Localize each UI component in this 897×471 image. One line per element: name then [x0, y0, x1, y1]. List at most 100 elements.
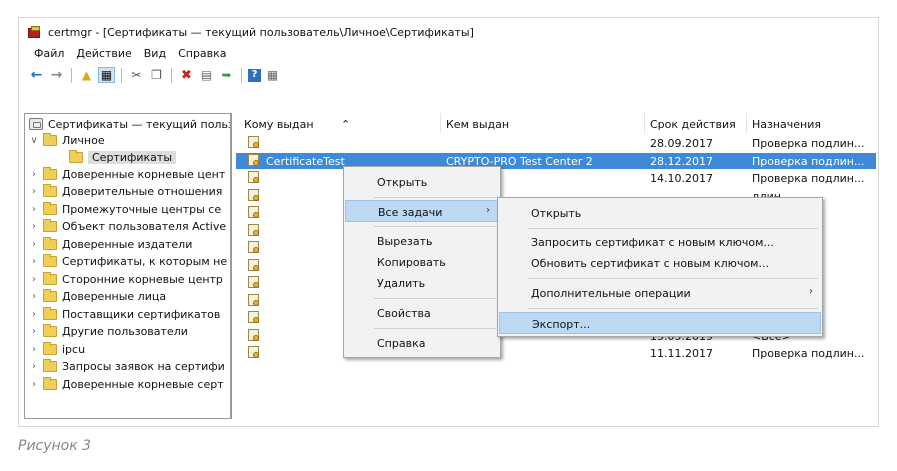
submenu-arrow-icon: ›	[486, 205, 490, 216]
view-icon[interactable]: ▦	[264, 67, 281, 83]
tree-item-personal[interactable]: ∨ Личное	[29, 132, 105, 148]
tree-item[interactable]: › Запросы заявок на сертифи	[29, 359, 225, 375]
chevron-right-icon[interactable]: ›	[29, 274, 39, 285]
folder-icon	[69, 149, 83, 163]
tree-item[interactable]: › Поставщики сертификатов	[29, 306, 220, 322]
cell-purposes: Проверка подлин...	[752, 154, 865, 168]
submenu-item-request-new-key[interactable]: Запросить сертификат с новым ключом...	[499, 231, 821, 253]
tree-item-label: Другие пользователи	[62, 325, 188, 338]
chevron-right-icon[interactable]: ›	[29, 221, 39, 232]
cell-expiration: 28.12.2017	[650, 154, 713, 168]
tree-item-label: Сертификаты, к которым не	[62, 255, 228, 268]
table-row[interactable]: 11.11.2017 Проверка подлин...	[236, 345, 876, 361]
tree-item[interactable]: › Доверенные лица	[29, 289, 166, 305]
certificate-icon	[248, 223, 261, 238]
properties-icon[interactable]: ▤	[198, 67, 215, 83]
menu-item-label: Справка	[377, 337, 426, 350]
cell-expiration: 14.10.2017	[650, 172, 713, 185]
menu-action[interactable]: Действие	[76, 47, 131, 61]
tree-item[interactable]: › Объект пользователя Active	[29, 219, 226, 235]
chevron-right-icon[interactable]: ›	[29, 239, 39, 250]
column-divider[interactable]	[440, 113, 441, 133]
chevron-right-icon[interactable]: ›	[29, 186, 39, 197]
chevron-right-icon[interactable]: ›	[29, 379, 39, 390]
tree-item[interactable]: › Доверенные корневые серт	[29, 376, 224, 392]
menu-item-cut[interactable]: Вырезать	[345, 230, 499, 252]
cut-icon[interactable]: ✂	[128, 67, 145, 83]
submenu-item-export[interactable]: Экспорт...	[499, 312, 821, 334]
certificate-icon	[248, 311, 261, 325]
column-header-issued-to[interactable]: Кому выдан	[244, 118, 314, 131]
toolbar: ← → ▲ ▦ ✂ ❐ ✖ ▤ ➥ ? ▦	[28, 66, 281, 84]
all-tasks-submenu: Открыть Запросить сертификат с новым клю…	[497, 197, 823, 337]
tree-item[interactable]: › Доверительные отношения	[29, 184, 222, 200]
tree-item-certificates[interactable]: Сертификаты	[69, 149, 177, 165]
column-divider[interactable]	[644, 113, 645, 133]
menu-item-copy[interactable]: Копировать	[345, 251, 499, 273]
certificate-icon	[248, 258, 261, 273]
menu-item-label: Экспорт...	[532, 318, 591, 331]
chevron-right-icon[interactable]: ›	[29, 361, 39, 372]
column-header-purposes[interactable]: Назначения	[752, 118, 821, 131]
folder-icon	[43, 201, 57, 215]
menu-file[interactable]: Файл	[34, 47, 64, 61]
chevron-right-icon[interactable]: ›	[29, 204, 39, 215]
menu-help[interactable]: Справка	[178, 47, 226, 61]
menu-item-label: Все задачи	[378, 206, 443, 219]
chevron-right-icon[interactable]: ›	[29, 344, 39, 355]
tree-item[interactable]: › Сторонние корневые центр	[29, 271, 223, 287]
folder-icon	[43, 184, 57, 197]
menu-item-properties[interactable]: Свойства	[345, 302, 499, 324]
show-hide-tree-icon[interactable]: ▦	[98, 67, 115, 83]
menu-item-label: Свойства	[377, 307, 431, 320]
tree-item[interactable]: › Другие пользователи	[29, 324, 188, 340]
submenu-item-renew-new-key[interactable]: Обновить сертификат с новым ключом...	[499, 252, 821, 274]
menu-item-all-tasks[interactable]: Все задачи ›	[345, 200, 499, 222]
chevron-right-icon[interactable]: ›	[29, 256, 39, 267]
table-row[interactable]: CertificateTest CRYPTO-PRO Test Center 22…	[236, 152, 876, 169]
export-icon[interactable]: ➥	[218, 67, 235, 83]
chevron-down-icon[interactable]: ∨	[29, 135, 39, 146]
folder-icon	[43, 341, 57, 355]
folder-icon	[43, 132, 57, 146]
delete-icon[interactable]: ✖	[178, 67, 195, 83]
help-icon[interactable]: ?	[248, 68, 261, 82]
tree-item[interactable]: › Сертификаты, к которым не	[29, 254, 227, 270]
table-row[interactable]: 14.10.2017 Проверка подлин...	[236, 170, 876, 186]
folder-icon	[43, 219, 57, 232]
toolbar-separator	[71, 67, 72, 83]
chevron-right-icon[interactable]: ›	[29, 169, 39, 180]
tree-item[interactable]: › ipcu	[29, 341, 85, 357]
folder-icon	[43, 166, 57, 180]
tree-root[interactable]: Сертификаты — текущий польз	[29, 116, 230, 132]
tree-item[interactable]: › Доверенные корневые цент	[29, 166, 225, 182]
menu-separator	[374, 226, 496, 227]
tree-item[interactable]: › Доверенные издатели	[29, 236, 192, 252]
menu-item-open[interactable]: Открыть	[345, 171, 499, 193]
menu-separator	[374, 328, 496, 329]
chevron-right-icon[interactable]: ›	[29, 291, 39, 302]
tree-item[interactable]: › Промежуточные центры се	[29, 201, 221, 217]
column-divider[interactable]	[746, 113, 747, 133]
menu-item-help[interactable]: Справка	[345, 332, 499, 354]
certificate-icon	[248, 293, 261, 308]
submenu-item-advanced[interactable]: Дополнительные операции ›	[499, 282, 821, 304]
up-folder-icon[interactable]: ▲	[78, 67, 95, 83]
menu-item-label: Обновить сертификат с новым ключом...	[531, 257, 769, 270]
back-arrow-icon[interactable]: ←	[28, 67, 45, 83]
chevron-right-icon[interactable]: ›	[29, 309, 39, 320]
forward-arrow-icon[interactable]: →	[48, 67, 65, 83]
menu-separator	[528, 228, 818, 229]
table-row[interactable]: 28.09.2017 Проверка подлин...	[236, 135, 876, 151]
menu-view[interactable]: Вид	[144, 47, 166, 61]
tree-item-label: Личное	[62, 133, 105, 147]
chevron-right-icon[interactable]: ›	[29, 326, 39, 337]
tree-item-label: Доверенные корневые цент	[62, 167, 226, 181]
menu-item-delete[interactable]: Удалить	[345, 272, 499, 294]
submenu-item-open[interactable]: Открыть	[499, 202, 821, 224]
copy-icon[interactable]: ❐	[148, 67, 165, 83]
menu-item-label: Вырезать	[377, 235, 433, 248]
column-header-issued-by[interactable]: Кем выдан	[446, 118, 509, 131]
folder-icon	[43, 376, 57, 390]
column-header-expiration[interactable]: Срок действия	[650, 118, 736, 131]
